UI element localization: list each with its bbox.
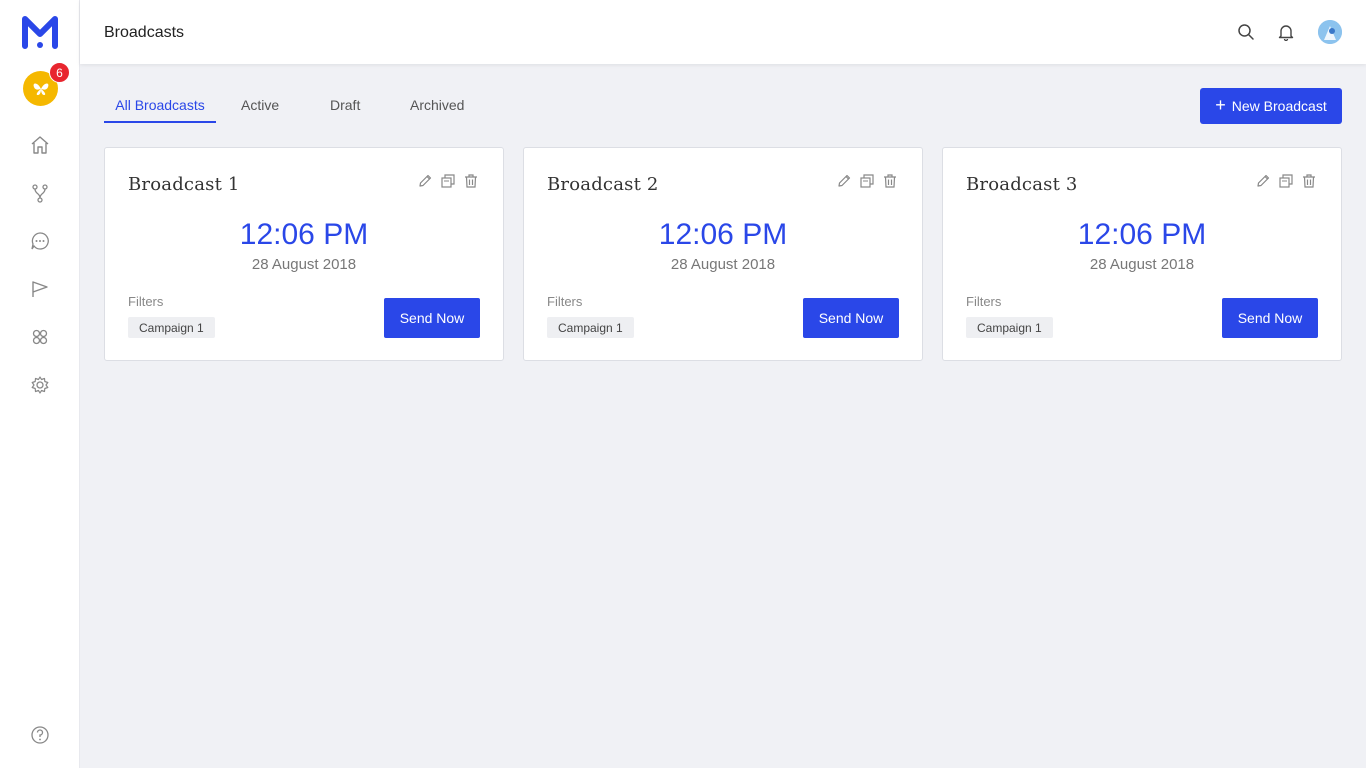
- trash-icon[interactable]: [881, 172, 898, 189]
- filters-label: Filters: [966, 294, 1002, 309]
- gear-icon[interactable]: [28, 373, 52, 397]
- edit-icon[interactable]: [416, 172, 433, 189]
- plus-icon: +: [1215, 95, 1226, 115]
- broadcast-title: Broadcast 1: [128, 174, 240, 195]
- duplicate-icon[interactable]: [1277, 172, 1294, 189]
- trash-icon[interactable]: [462, 172, 479, 189]
- card-actions: [416, 172, 479, 189]
- user-avatar[interactable]: [1318, 20, 1342, 44]
- chat-icon[interactable]: [28, 229, 52, 253]
- help-icon[interactable]: [28, 723, 52, 747]
- filter-chip[interactable]: Campaign 1: [966, 317, 1053, 338]
- bell-icon[interactable]: [1275, 21, 1297, 43]
- broadcast-time: 12:06 PM: [239, 218, 369, 251]
- broadcast-date: 28 August 2018: [1089, 256, 1195, 273]
- tab-active[interactable]: Active: [241, 88, 279, 123]
- broadcast-time: 12:06 PM: [658, 218, 788, 251]
- filters-label: Filters: [547, 294, 583, 309]
- tab-archived[interactable]: Archived: [410, 88, 464, 123]
- new-broadcast-label: New Broadcast: [1231, 98, 1327, 114]
- integrations-icon[interactable]: [28, 325, 52, 349]
- home-icon[interactable]: [28, 133, 52, 157]
- broadcast-date: 28 August 2018: [670, 256, 776, 273]
- filter-chip[interactable]: Campaign 1: [547, 317, 634, 338]
- broadcast-date: 28 August 2018: [251, 256, 357, 273]
- notification-count-badge: 6: [49, 62, 70, 83]
- page-title: Broadcasts: [104, 24, 185, 41]
- broadcast-icon[interactable]: [28, 277, 52, 301]
- search-icon[interactable]: [1235, 21, 1257, 43]
- duplicate-icon[interactable]: [858, 172, 875, 189]
- filters-label: Filters: [128, 294, 164, 309]
- tab-all-broadcasts[interactable]: All Broadcasts: [104, 88, 216, 123]
- broadcast-card: Broadcast 3 12:06 PM 28 August 2018 Filt…: [942, 147, 1342, 361]
- duplicate-icon[interactable]: [439, 172, 456, 189]
- send-now-button[interactable]: Send Now: [803, 298, 899, 338]
- broadcast-title: Broadcast 3: [966, 174, 1078, 195]
- send-now-button[interactable]: Send Now: [1222, 298, 1318, 338]
- broadcast-card: Broadcast 1 12:06 PM 28 August 2018 Filt…: [104, 147, 504, 361]
- card-actions: [835, 172, 898, 189]
- broadcast-card: Broadcast 2 12:06 PM 28 August 2018 Filt…: [523, 147, 923, 361]
- broadcast-time: 12:06 PM: [1077, 218, 1207, 251]
- app-logo[interactable]: [22, 14, 58, 50]
- send-now-button[interactable]: Send Now: [384, 298, 480, 338]
- flow-icon[interactable]: [28, 181, 52, 205]
- edit-icon[interactable]: [1254, 172, 1271, 189]
- new-broadcast-button[interactable]: + New Broadcast: [1200, 88, 1342, 124]
- filter-chip[interactable]: Campaign 1: [128, 317, 215, 338]
- butterfly-icon: [33, 82, 48, 95]
- card-actions: [1254, 172, 1317, 189]
- top-bar: Broadcasts: [80, 0, 1366, 64]
- sidebar: 6: [0, 0, 80, 768]
- edit-icon[interactable]: [835, 172, 852, 189]
- tab-draft[interactable]: Draft: [330, 88, 360, 123]
- trash-icon[interactable]: [1300, 172, 1317, 189]
- broadcast-title: Broadcast 2: [547, 174, 659, 195]
